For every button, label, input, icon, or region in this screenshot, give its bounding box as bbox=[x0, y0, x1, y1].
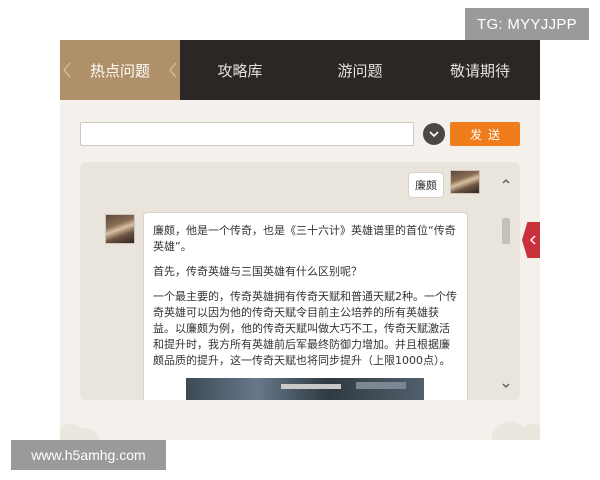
scroll-up-button[interactable] bbox=[500, 176, 512, 186]
chat-scrollbar[interactable] bbox=[500, 176, 512, 390]
tab-label: 攻略库 bbox=[217, 61, 263, 80]
assistant-panel: 热点问题 攻略库 游问题 敬请期待 发送 廉颇 廉颇，他是一个传奇，也是《三十六… bbox=[60, 40, 540, 440]
image-detail bbox=[356, 382, 406, 389]
chevron-down-icon bbox=[429, 131, 439, 137]
user-avatar bbox=[450, 170, 480, 194]
user-message-bubble: 廉颇 bbox=[408, 172, 444, 198]
bot-paragraph: 廉颇，他是一个传奇，也是《三十六计》英雄谱里的首位“传奇英雄”。 bbox=[153, 224, 456, 253]
caret-up-icon bbox=[502, 178, 510, 183]
image-detail bbox=[281, 384, 341, 389]
cloud-decoration bbox=[480, 410, 540, 440]
scroll-down-button[interactable] bbox=[500, 380, 512, 390]
caret-down-icon bbox=[502, 383, 510, 388]
scroll-thumb[interactable] bbox=[502, 218, 510, 244]
tab-label: 游问题 bbox=[337, 61, 383, 80]
bot-message-bubble: 廉颇，他是一个传奇，也是《三十六计》英雄谱里的首位“传奇英雄”。 首先，传奇英雄… bbox=[143, 212, 468, 400]
question-input[interactable] bbox=[80, 122, 414, 146]
tab-label: 敬请期待 bbox=[449, 61, 510, 80]
send-button[interactable]: 发送 bbox=[450, 122, 520, 146]
site-watermark: www.h5amhg.com bbox=[11, 440, 166, 470]
tab-strategy-library[interactable]: 攻略库 bbox=[180, 40, 300, 100]
tab-bar: 热点问题 攻略库 游问题 敬请期待 bbox=[60, 40, 540, 100]
bot-avatar bbox=[105, 214, 135, 244]
chat-area: 廉颇 廉颇，他是一个传奇，也是《三十六计》英雄谱里的首位“传奇英雄”。 首先，传… bbox=[80, 162, 520, 400]
search-row: 发送 bbox=[80, 122, 520, 146]
cloud-decoration bbox=[60, 410, 100, 440]
tab-coming-soon[interactable]: 敬请期待 bbox=[420, 40, 540, 100]
tg-label-overlay: TG: MYYJJPP bbox=[465, 8, 589, 40]
tab-label: 热点问题 bbox=[89, 61, 150, 80]
chevron-left-icon bbox=[530, 235, 536, 245]
dropdown-button[interactable] bbox=[423, 123, 445, 145]
bot-paragraph: 首先，传奇英雄与三国英雄有什么区别呢？ bbox=[153, 265, 362, 278]
bot-paragraph: 一个最主要的，传奇英雄拥有传奇天赋和普通天赋2种。一个传奇英雄可以因为他的传奇天… bbox=[153, 290, 457, 367]
chevron-left-icon bbox=[63, 62, 71, 78]
tab-game-questions[interactable]: 游问题 bbox=[300, 40, 420, 100]
tab-hot-questions[interactable]: 热点问题 bbox=[60, 40, 180, 100]
game-screenshot-image bbox=[186, 378, 424, 400]
chevron-left-icon bbox=[169, 62, 177, 78]
